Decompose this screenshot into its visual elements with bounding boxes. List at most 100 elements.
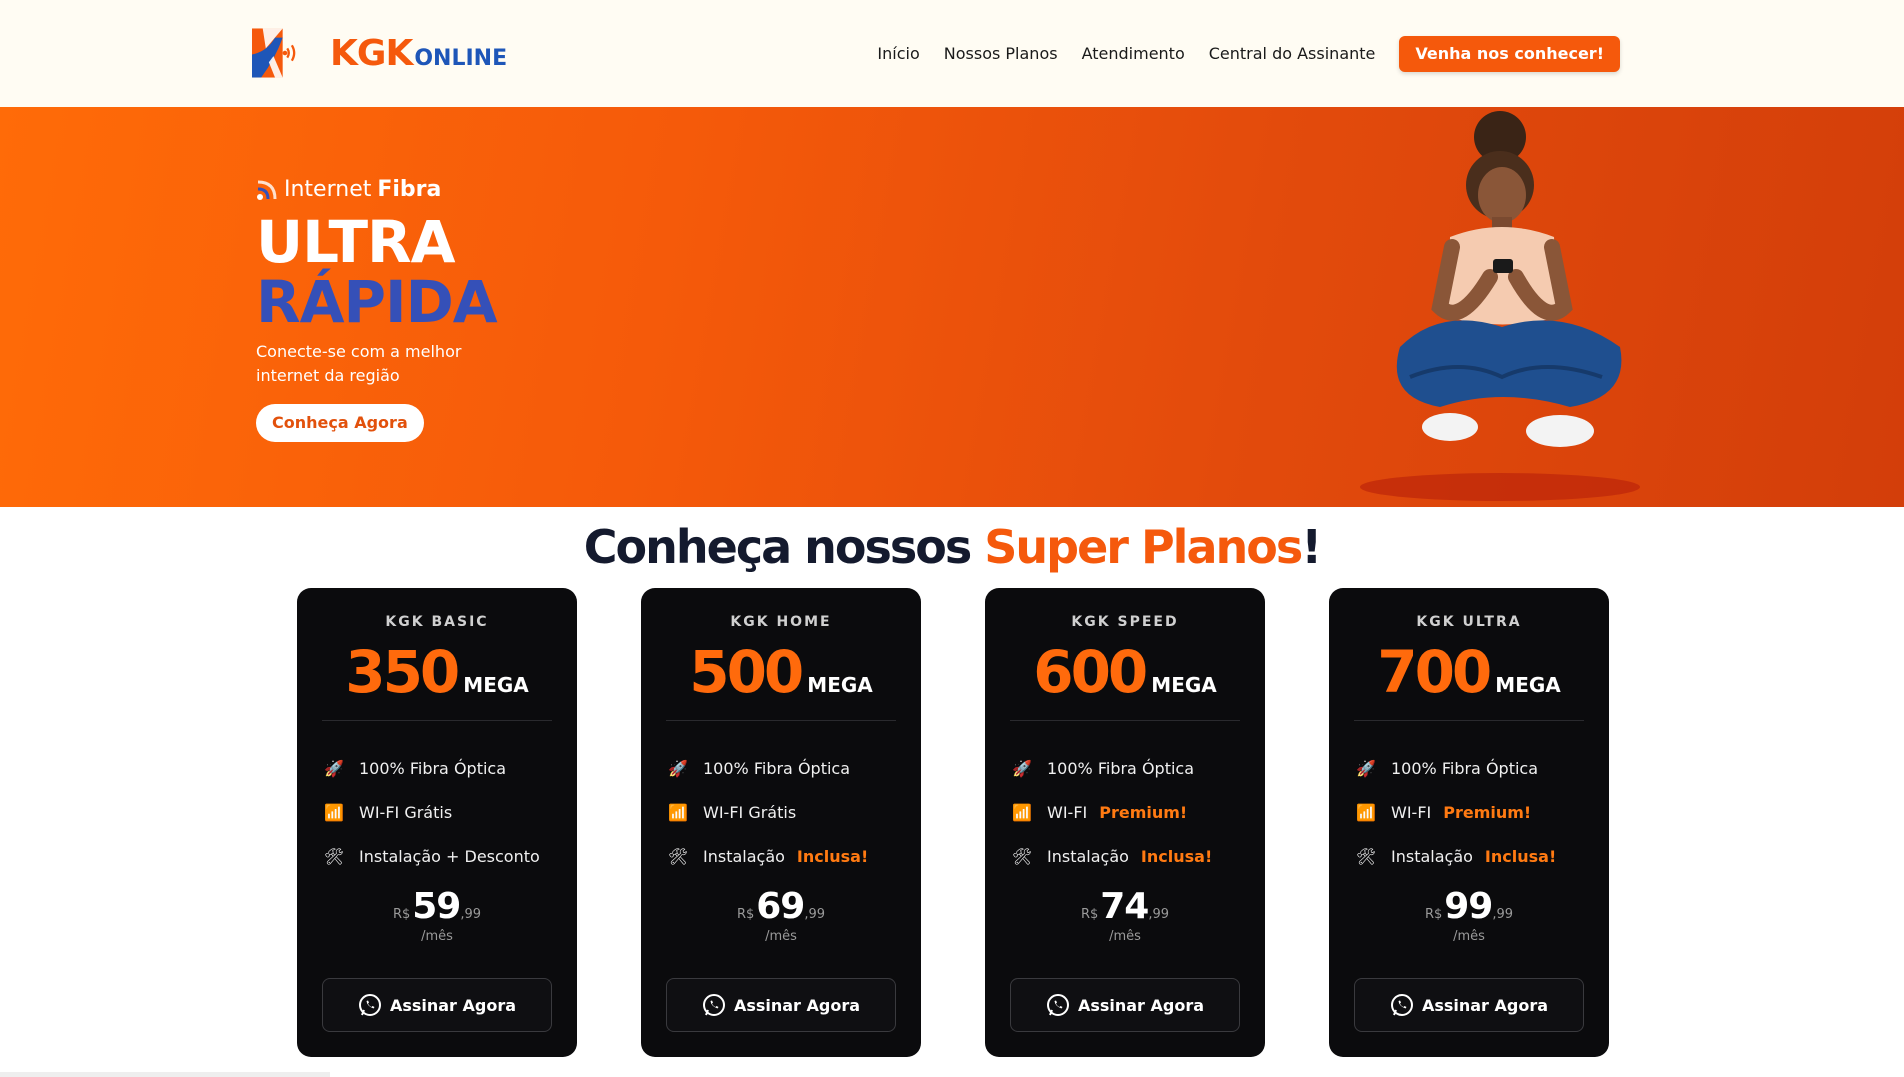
button-label: Assinar Agora [1077,995,1205,1015]
plan-card-basic: KGK BASIC 350 MEGA 🚀 100% Fibra Óptica 📶 WI… [297,588,577,1057]
hero-tag-prefix: Internet [284,177,372,202]
plan-price: R$ 99,99 [1329,886,1609,927]
signal-icon [257,180,277,200]
feature-item: 📶 WI-FI Grátis [667,790,868,834]
bottom-divider [0,1072,330,1077]
button-label: Assinar Agora [1421,995,1549,1015]
feature-text: Instalação [1047,846,1129,866]
plan-name: KGK SPEED [1071,614,1179,630]
feature-text: 100% Fibra Óptica [1391,758,1539,778]
feature-text: WI-FI [1391,802,1432,822]
whatsapp-icon [702,994,725,1016]
title-prefix: Conheça nossos [583,520,972,574]
logo[interactable]: KGK ONLINE [252,21,507,85]
nav-central-assinante[interactable]: Central do Assinante [1209,36,1376,72]
feature-item: 🚀 100% Fibra Óptica [667,746,868,790]
feature-item: 🛠 Instalação Inclusa! [1011,834,1212,878]
plan-name: KGK ULTRA [1416,614,1522,630]
price-integer: 69 [756,886,805,927]
whatsapp-icon [358,994,381,1016]
plan-price: R$ 69,99 [641,886,921,927]
plan-speed-unit: MEGA [807,673,873,697]
hero-banner: Internet Fibra ULTRA RÁPIDA Conecte-se c… [0,107,1904,507]
price-currency: R$ [1080,907,1099,922]
price-integer: 59 [412,886,461,927]
feature-item: 📶 WI-FI Grátis [323,790,552,834]
rocket-icon: 🚀 [668,758,688,778]
feature-list: 🚀 100% Fibra Óptica 📶 WI-FI Premium! 🛠 Insta… [1355,746,1556,878]
price-period: /mês [1109,929,1141,944]
venha-nos-conhecer-button[interactable]: Venha nos conhecer! [1399,36,1620,72]
nav-inicio[interactable]: Início [877,36,919,72]
plan-price: R$ 74,99 [985,886,1265,927]
wifi-icon: 📶 [1012,802,1032,822]
feature-text: Instalação [1391,846,1473,866]
hero-title-line2: RÁPIDA [256,268,498,336]
price-decimal: ,99 [1492,907,1514,922]
feature-item: 🛠 Instalação Inclusa! [667,834,868,878]
divider [1010,720,1240,721]
plan-price: R$ 59,99 [297,886,577,927]
feature-item: 🛠 Instalação Inclusa! [1355,834,1556,878]
main-nav: Início Nossos Planos Atendimento Central… [853,36,1620,72]
plan-speed: 500 [689,638,804,706]
price-integer: 74 [1100,886,1149,927]
feature-highlight: Inclusa! [1140,846,1213,866]
feature-item: 🚀 100% Fibra Óptica [1355,746,1556,790]
logo-suffix: ONLINE [414,45,508,71]
button-label: Assinar Agora [733,995,861,1015]
assinar-agora-button[interactable]: Assinar Agora [322,978,552,1032]
feature-text: WI-FI [1047,802,1088,822]
divider [322,720,552,721]
plan-speed-unit: MEGA [1151,673,1217,697]
assinar-agora-button[interactable]: Assinar Agora [1010,978,1240,1032]
price-currency: R$ [1424,907,1443,922]
divider [666,720,896,721]
title-highlight: Super Planos [984,520,1303,574]
feature-text: Instalação + Desconto [359,846,540,866]
feature-list: 🚀 100% Fibra Óptica 📶 WI-FI Grátis 🛠 Instal… [323,746,552,878]
kgk-logo-icon [252,28,296,78]
nav-atendimento[interactable]: Atendimento [1082,36,1185,72]
feature-item: 📶 WI-FI Premium! [1011,790,1212,834]
feature-text: 100% Fibra Óptica [703,758,851,778]
feature-highlight: Premium! [1443,802,1532,822]
button-label: Assinar Agora [389,995,517,1015]
feature-item: 🛠 Instalação + Desconto [323,834,552,878]
price-period: /mês [765,929,797,944]
whatsapp-icon [1046,994,1069,1016]
price-currency: R$ [392,907,411,922]
wifi-icon: 📶 [668,802,688,822]
tools-icon: 🛠 [1355,846,1377,866]
tools-icon: 🛠 [1011,846,1033,866]
rocket-icon: 🚀 [1012,758,1032,778]
price-decimal: ,99 [804,907,826,922]
feature-list: 🚀 100% Fibra Óptica 📶 WI-FI Grátis 🛠 Instal… [667,746,868,878]
hero-tag-bold: Fibra [377,177,442,202]
conheca-agora-button[interactable]: Conheça Agora [256,404,424,442]
plan-speed: 350 [345,638,460,706]
logo-brand: KGK [330,32,413,74]
plan-card-home: KGK HOME 500 MEGA 🚀 100% Fibra Óptica 📶 WI-… [641,588,921,1057]
assinar-agora-button[interactable]: Assinar Agora [666,978,896,1032]
feature-item: 🚀 100% Fibra Óptica [323,746,552,790]
feature-text: WI-FI Grátis [703,802,797,822]
hero-tag: Internet Fibra [256,177,497,202]
plan-speed-unit: MEGA [1495,673,1561,697]
nav-nossos-planos[interactable]: Nossos Planos [944,36,1058,72]
hero-title-line1: ULTRA [256,208,456,276]
feature-highlight: Inclusa! [1484,846,1557,866]
plan-card-speed: KGK SPEED 600 MEGA 🚀 100% Fibra Óptica 📶 WI… [985,588,1265,1057]
divider [1354,720,1584,721]
plan-name: KGK BASIC [385,614,489,630]
feature-highlight: Premium! [1099,802,1188,822]
assinar-agora-button[interactable]: Assinar Agora [1354,978,1584,1032]
tools-icon: 🛠 [323,846,345,866]
rocket-icon: 🚀 [324,758,344,778]
hero-person-image [1360,111,1640,501]
site-header: KGK ONLINE Início Nossos Planos Atendime… [0,0,1904,107]
feature-item: 📶 WI-FI Premium! [1355,790,1556,834]
price-decimal: ,99 [460,907,482,922]
price-integer: 99 [1444,886,1493,927]
rocket-icon: 🚀 [1356,758,1376,778]
